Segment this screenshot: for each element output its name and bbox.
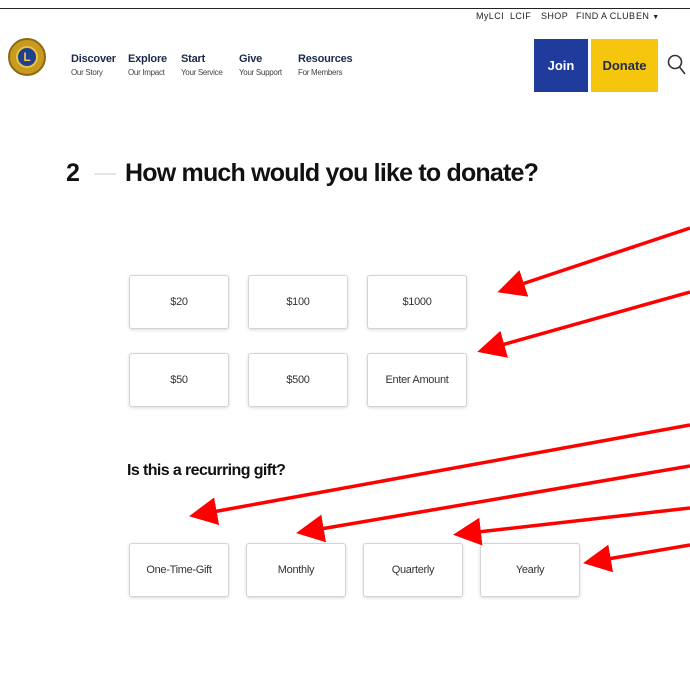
annotation-arrow <box>453 506 690 546</box>
nav-item-discover[interactable]: Discover Our Story <box>71 53 116 77</box>
nav-label: Resources <box>298 53 353 65</box>
nav-sublabel: Our Story <box>71 68 103 77</box>
nav-item-give[interactable]: Give Your Support <box>239 53 282 77</box>
frequency-yearly[interactable]: Yearly <box>480 543 580 597</box>
recurring-question: Is this a recurring gift? <box>127 462 286 479</box>
top-border-line <box>0 8 690 9</box>
utility-link-lcif[interactable]: LCIF <box>510 11 531 21</box>
logo-emblem: L <box>16 46 38 68</box>
nav-item-resources[interactable]: Resources For Members <box>298 53 353 77</box>
frequency-monthly[interactable]: Monthly <box>246 543 346 597</box>
amount-option-100[interactable]: $100 <box>248 275 348 329</box>
annotation-arrow <box>583 543 690 573</box>
amount-option-50[interactable]: $50 <box>129 353 229 407</box>
page-title: How much would you like to donate? <box>125 159 539 187</box>
nav-label: Explore <box>128 53 167 65</box>
utility-link-mylci[interactable]: MyLCI <box>476 11 504 21</box>
nav-sublabel: Your Service <box>181 68 223 77</box>
enter-amount-button[interactable]: Enter Amount <box>367 353 467 407</box>
annotation-arrow <box>296 464 690 543</box>
frequency-quarterly[interactable]: Quarterly <box>363 543 463 597</box>
join-button[interactable]: Join <box>534 39 588 92</box>
search-icon[interactable] <box>667 54 687 76</box>
nav-label: Start <box>181 53 206 65</box>
utility-link-shop[interactable]: SHOP <box>541 11 568 21</box>
amount-option-500[interactable]: $500 <box>248 353 348 407</box>
donate-button[interactable]: Donate <box>591 39 658 92</box>
amount-option-20[interactable]: $20 <box>129 275 229 329</box>
nav-item-explore[interactable]: Explore Our Impact <box>128 53 167 77</box>
nav-sublabel: Our Impact <box>128 68 165 77</box>
nav-label: Discover <box>71 53 116 65</box>
amount-option-1000[interactable]: $1000 <box>367 275 467 329</box>
language-label: EN <box>636 11 650 21</box>
caret-down-icon: ▼ <box>652 14 660 21</box>
step-number: 2 <box>66 159 80 187</box>
utility-link-find-club[interactable]: FIND A CLUB <box>576 11 635 21</box>
language-selector[interactable]: EN ▼ <box>636 11 660 21</box>
step-divider <box>94 173 116 176</box>
nav-item-start[interactable]: Start Your Service <box>181 53 223 77</box>
annotation-arrow <box>477 290 690 358</box>
nav-sublabel: For Members <box>298 68 343 77</box>
nav-sublabel: Your Support <box>239 68 282 77</box>
lions-logo[interactable]: L <box>8 38 46 76</box>
nav-label: Give <box>239 53 263 65</box>
frequency-one-time[interactable]: One-Time-Gift <box>129 543 229 597</box>
annotation-arrow <box>497 226 690 297</box>
step-heading: 2 How much would you like to donate? <box>66 159 539 188</box>
